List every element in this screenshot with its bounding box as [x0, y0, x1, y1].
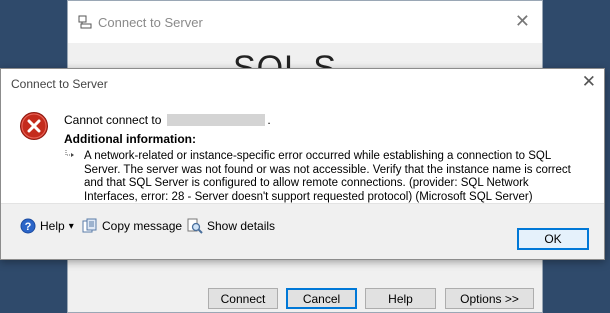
- copy-message-button[interactable]: Copy message: [82, 218, 182, 234]
- copy-message-label: Copy message: [102, 219, 183, 233]
- cancel-button[interactable]: Cancel: [286, 288, 357, 309]
- magnifier-document-icon: [187, 218, 203, 234]
- options-button[interactable]: Options >>: [445, 288, 534, 309]
- error-icon: [19, 111, 49, 141]
- redacted-server-name: [167, 114, 266, 126]
- tree-arrow-icon: [64, 149, 76, 161]
- additional-info-heading: Additional information:: [64, 132, 196, 146]
- dialog-close-icon[interactable]: ✕: [582, 71, 596, 93]
- background-titlebar: Connect to Server ✕: [68, 1, 542, 43]
- help-label: Help: [40, 219, 65, 233]
- background-close-icon[interactable]: ✕: [515, 11, 530, 31]
- dialog-footer: ? Help ▾ Copy message Show details: [1, 203, 604, 259]
- chevron-down-icon: ▾: [68, 220, 74, 232]
- svg-text:?: ?: [25, 221, 32, 233]
- cannot-connect-text: Cannot connect to: [64, 113, 162, 127]
- error-dialog-title: Connect to Server: [11, 77, 108, 91]
- ok-button[interactable]: OK: [517, 228, 589, 250]
- background-window-title: Connect to Server: [98, 15, 203, 30]
- show-details-button[interactable]: Show details: [187, 218, 275, 234]
- server-connect-icon: [78, 15, 92, 29]
- connect-button[interactable]: Connect: [208, 288, 278, 309]
- background-help-button[interactable]: Help: [365, 288, 436, 309]
- help-menu-button[interactable]: ? Help ▾: [20, 218, 74, 234]
- error-detail-text: A network-related or instance-specific e…: [84, 150, 571, 203]
- error-dialog: Connect to Server ✕ Cannot connect to . …: [0, 68, 605, 260]
- cannot-connect-message: Cannot connect to .: [64, 113, 271, 127]
- show-details-label: Show details: [207, 219, 276, 233]
- cannot-connect-period: .: [267, 113, 271, 127]
- copy-icon: [82, 218, 97, 233]
- help-icon: ?: [20, 218, 36, 234]
